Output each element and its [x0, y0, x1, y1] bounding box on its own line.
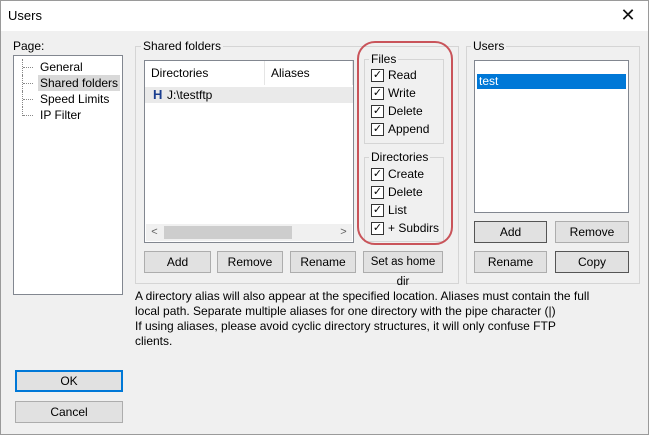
annotation-ring: [357, 41, 453, 245]
users-list[interactable]: test: [474, 60, 629, 213]
tree-item-shared-folders[interactable]: Shared folders: [14, 75, 121, 91]
users-label: Users: [471, 39, 507, 53]
window-title: Users: [8, 8, 42, 23]
close-icon[interactable]: ✕: [608, 1, 648, 31]
directories-list[interactable]: Directories Aliases H J:\testftp < >: [144, 60, 354, 243]
set-home-dir-button[interactable]: Set as home dir: [363, 251, 443, 288]
tree-connector: [22, 91, 36, 107]
cancel-button[interactable]: Cancel: [15, 401, 123, 423]
page-label: Page:: [13, 39, 45, 53]
list-item-user[interactable]: test: [477, 74, 626, 89]
shared-folders-label: Shared folders: [141, 39, 224, 53]
page-tree[interactable]: General Shared folders Speed Limits IP F…: [13, 55, 123, 295]
tree-connector: [22, 75, 36, 91]
title-bar: Users ✕: [1, 1, 648, 31]
rename-folder-button[interactable]: Rename: [290, 251, 356, 273]
directory-cell: J:\testftp: [167, 88, 213, 102]
scroll-right-icon[interactable]: >: [335, 224, 352, 241]
column-header-directories[interactable]: Directories: [145, 61, 265, 85]
tree-item-label: Speed Limits: [40, 92, 110, 106]
add-user-button[interactable]: Add: [474, 221, 547, 243]
rename-user-button[interactable]: Rename: [474, 251, 547, 273]
scroll-thumb[interactable]: [164, 226, 292, 239]
cyclic-warning-text: If using aliases, please avoid cyclic di…: [135, 319, 556, 348]
folder-home-icon: H: [153, 87, 163, 102]
tree-item-speed-limits[interactable]: Speed Limits: [14, 91, 120, 107]
tree-item-ip-filter[interactable]: IP Filter: [14, 107, 120, 123]
tree-item-general[interactable]: General: [14, 59, 120, 75]
tree-item-label: IP Filter: [40, 108, 82, 122]
remove-user-button[interactable]: Remove: [555, 221, 629, 243]
tree-connector: [22, 59, 36, 75]
add-folder-button[interactable]: Add: [144, 251, 211, 273]
scroll-left-icon[interactable]: <: [146, 224, 163, 241]
alias-info-text: A directory alias will also appear at th…: [135, 289, 590, 318]
remove-folder-button[interactable]: Remove: [217, 251, 283, 273]
tree-item-label: Shared folders: [38, 75, 121, 91]
users-dialog: Users ✕ Page: General Shared folders Spe…: [0, 0, 649, 435]
table-row[interactable]: H J:\testftp: [145, 87, 353, 103]
horizontal-scrollbar[interactable]: < >: [146, 224, 352, 241]
column-header-aliases[interactable]: Aliases: [265, 61, 353, 85]
copy-user-button[interactable]: Copy: [555, 251, 629, 273]
tree-connector: [22, 107, 36, 116]
ok-button[interactable]: OK: [15, 370, 123, 392]
tree-item-label: General: [40, 60, 83, 74]
